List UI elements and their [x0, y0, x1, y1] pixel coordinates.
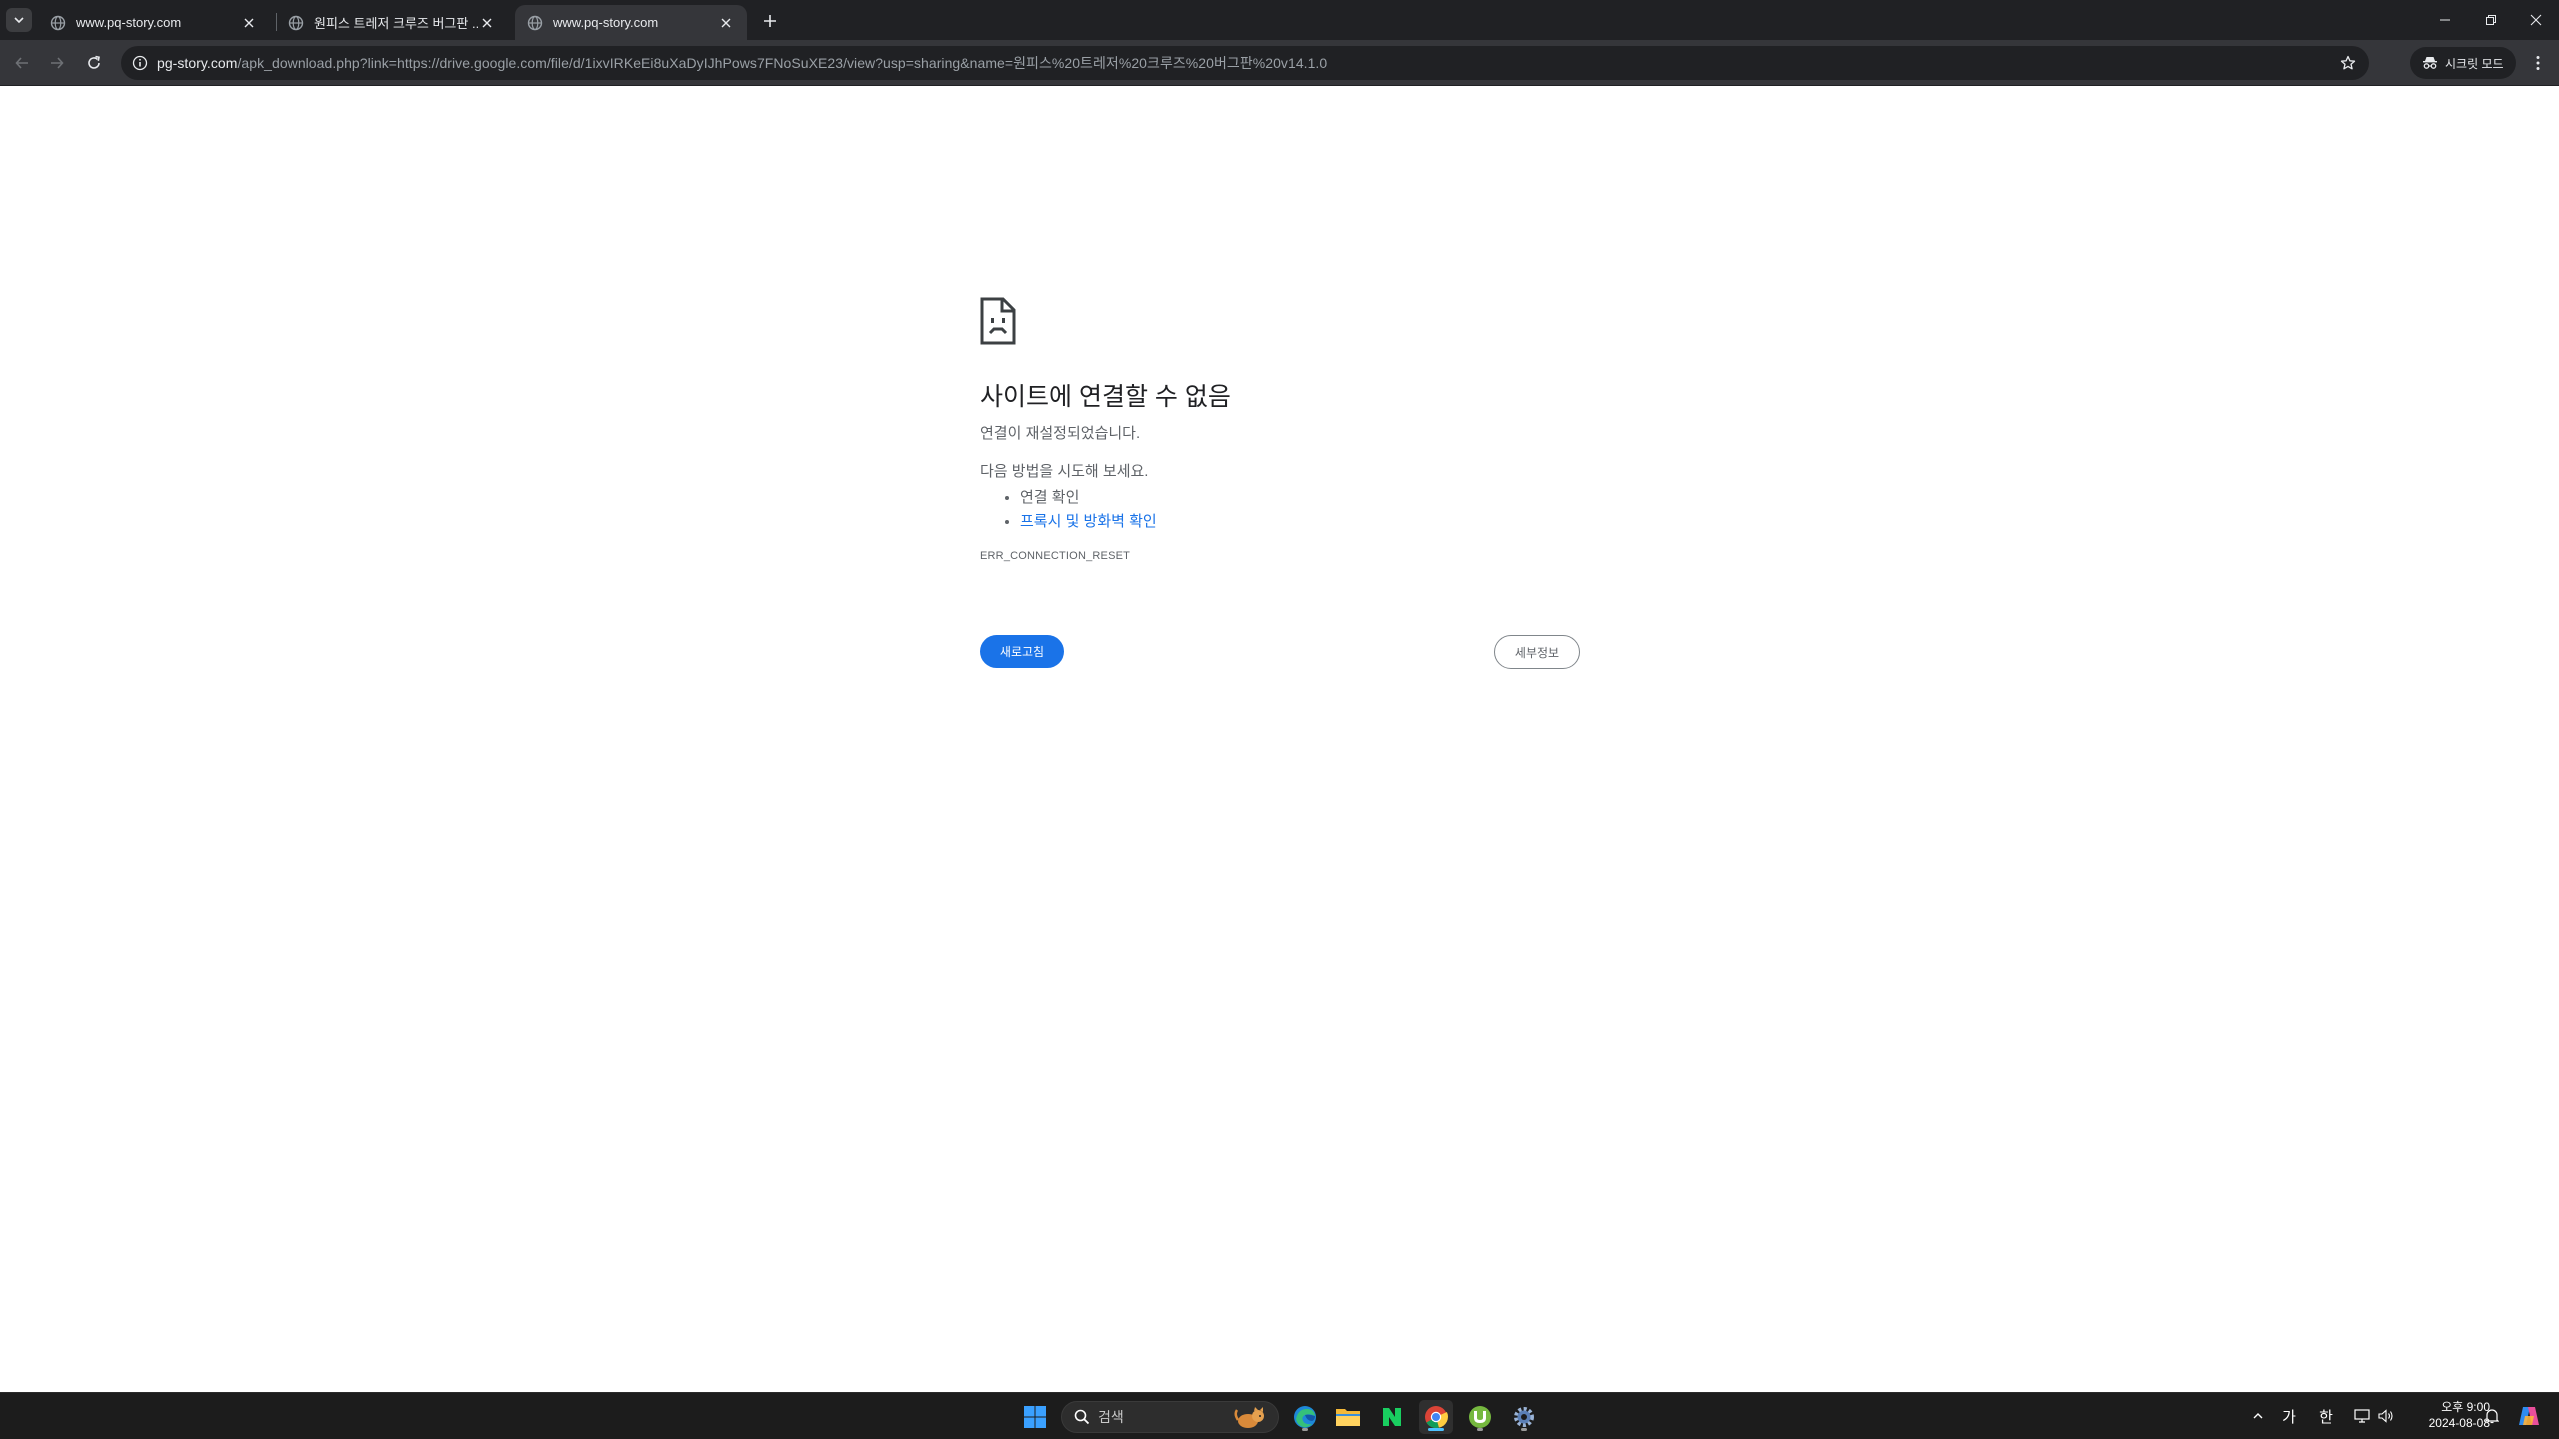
taskbar-utorrent[interactable]: [1463, 1400, 1497, 1434]
close-icon: [2530, 14, 2542, 26]
active-indicator: [1428, 1428, 1444, 1431]
url-path: /apk_download.php?link=https://drive.goo…: [237, 55, 1328, 71]
taskbar-edge[interactable]: [1288, 1400, 1322, 1434]
incognito-label: 시크릿 모드: [2445, 56, 2504, 71]
close-tab-icon[interactable]: [240, 14, 258, 32]
globe-icon: [288, 15, 304, 30]
minimize-button[interactable]: [2422, 0, 2468, 40]
close-tab-icon[interactable]: [478, 14, 496, 32]
more-vertical-icon: [2536, 56, 2540, 70]
system-clock[interactable]: 오후 9:00 2024-08-08: [2410, 1399, 2490, 1431]
search-placeholder: 검색: [1098, 1409, 1124, 1425]
new-tab-button[interactable]: [757, 8, 783, 34]
tab-title: www.pq-story.com: [76, 15, 182, 30]
taskbar-settings[interactable]: [1507, 1400, 1541, 1434]
sad-page-icon: [980, 297, 1016, 345]
tab[interactable]: www.pq-story.com: [38, 5, 270, 40]
taskbar-search[interactable]: 검색: [1061, 1401, 1279, 1433]
running-indicator: [1521, 1428, 1527, 1431]
clock-time: 오후 9:00: [2441, 1400, 2490, 1414]
copilot-button[interactable]: [2514, 1403, 2544, 1429]
utorrent-icon: [1469, 1406, 1491, 1428]
list-item: 연결 확인: [1020, 486, 1580, 510]
incognito-indicator[interactable]: 시크릿 모드: [2410, 47, 2516, 79]
chrome-icon: [1425, 1406, 1448, 1429]
start-button[interactable]: [1018, 1400, 1052, 1434]
globe-icon: [527, 15, 543, 30]
copilot-icon: [2519, 1407, 2539, 1425]
notifications-button[interactable]: [2482, 1403, 2502, 1429]
network-volume-group[interactable]: [2352, 1403, 2396, 1429]
chevron-down-icon: [14, 17, 24, 24]
tab[interactable]: 원피스 트레저 크루즈 버그판 ...: [276, 5, 508, 40]
minimize-icon: [2440, 19, 2450, 21]
taskbar-file-explorer[interactable]: [1331, 1400, 1365, 1434]
restore-button[interactable]: [2468, 0, 2514, 40]
edge-icon: [1294, 1406, 1316, 1428]
reload-icon: [88, 55, 100, 69]
chevron-up-icon: [2253, 1413, 2263, 1419]
tab-active[interactable]: www.pq-story.com: [515, 5, 747, 40]
running-indicator: [1302, 1428, 1308, 1431]
volume-icon: [2378, 1409, 2393, 1423]
browser-menu-button[interactable]: [2524, 49, 2552, 77]
tab-title: 원피스 트레저 크루즈 버그판 ...: [314, 16, 478, 31]
details-button[interactable]: 세부정보: [1494, 635, 1580, 669]
tab-title: www.pq-story.com: [553, 15, 659, 30]
file-explorer-icon: [1336, 1409, 1360, 1426]
error-heading: 사이트에 연결할 수 없음: [980, 383, 1231, 411]
error-subtitle: 연결이 재설정되었습니다.: [980, 425, 1141, 442]
incognito-icon: [2423, 57, 2437, 69]
clock-date: 2024-08-08: [2428, 1416, 2490, 1430]
taskbar-naver[interactable]: [1375, 1400, 1409, 1434]
taskbar-chrome[interactable]: [1419, 1400, 1453, 1434]
search-highlight-icon: [1234, 1407, 1264, 1428]
windows-taskbar: 검색 가 한 오후 9:00 2024-08-08: [0, 1392, 2559, 1439]
back-button[interactable]: [8, 49, 36, 77]
start-icon: [1024, 1406, 1046, 1428]
forward-button[interactable]: [43, 49, 71, 77]
list-item: 프록시 및 방화벽 확인: [1020, 510, 1580, 534]
settings-icon: [1514, 1407, 1534, 1427]
address-bar[interactable]: pg-story.com/apk_download.php?link=https…: [121, 46, 2369, 80]
reload-page-button[interactable]: 새로고침: [980, 635, 1064, 668]
proxy-firewall-link[interactable]: 프록시 및 방화벽 확인: [1020, 513, 1157, 530]
bell-icon: [2485, 1409, 2499, 1424]
error-code: ERR_CONNECTION_RESET: [980, 550, 1131, 562]
search-icon: [1074, 1409, 1090, 1425]
globe-icon: [50, 15, 66, 30]
site-info-icon[interactable]: [129, 52, 151, 74]
running-indicator: [1477, 1428, 1483, 1431]
error-container: 사이트에 연결할 수 없음 연결이 재설정되었습니다. 다음 방법을 시도해 보…: [980, 297, 1580, 562]
ime-language-indicator[interactable]: 한: [2315, 1403, 2337, 1429]
arrow-left-icon: [15, 57, 28, 69]
close-window-button[interactable]: [2513, 0, 2559, 40]
suggestions-list: 연결 확인 프록시 및 방화벽 확인: [980, 486, 1580, 534]
naver-icon: [1383, 1408, 1401, 1426]
close-tab-icon[interactable]: [717, 14, 735, 32]
network-icon: [2354, 1409, 2370, 1423]
bookmark-star-icon[interactable]: [2337, 52, 2359, 74]
reload-button[interactable]: [80, 49, 108, 77]
tab-search-button[interactable]: [6, 8, 32, 32]
browser-toolbar: pg-story.com/apk_download.php?link=https…: [0, 40, 2559, 86]
plus-icon: [764, 15, 776, 27]
tab-strip: www.pq-story.com 원피스 트레저 크루즈 버그판 ... www…: [0, 0, 2559, 40]
restore-icon: [2486, 15, 2496, 25]
page-content: 사이트에 연결할 수 없음 연결이 재설정되었습니다. 다음 방법을 시도해 보…: [0, 87, 2559, 1392]
url-host: pg-story.com: [157, 55, 238, 71]
suggestions-intro: 다음 방법을 시도해 보세요.: [980, 463, 1149, 480]
show-hidden-icons-button[interactable]: [2248, 1403, 2268, 1429]
arrow-right-icon: [51, 57, 64, 69]
url-text[interactable]: pg-story.com/apk_download.php?link=https…: [157, 53, 1327, 73]
suggestion-text: 연결 확인: [1020, 489, 1080, 506]
ime-mode-indicator[interactable]: 가: [2278, 1403, 2300, 1429]
